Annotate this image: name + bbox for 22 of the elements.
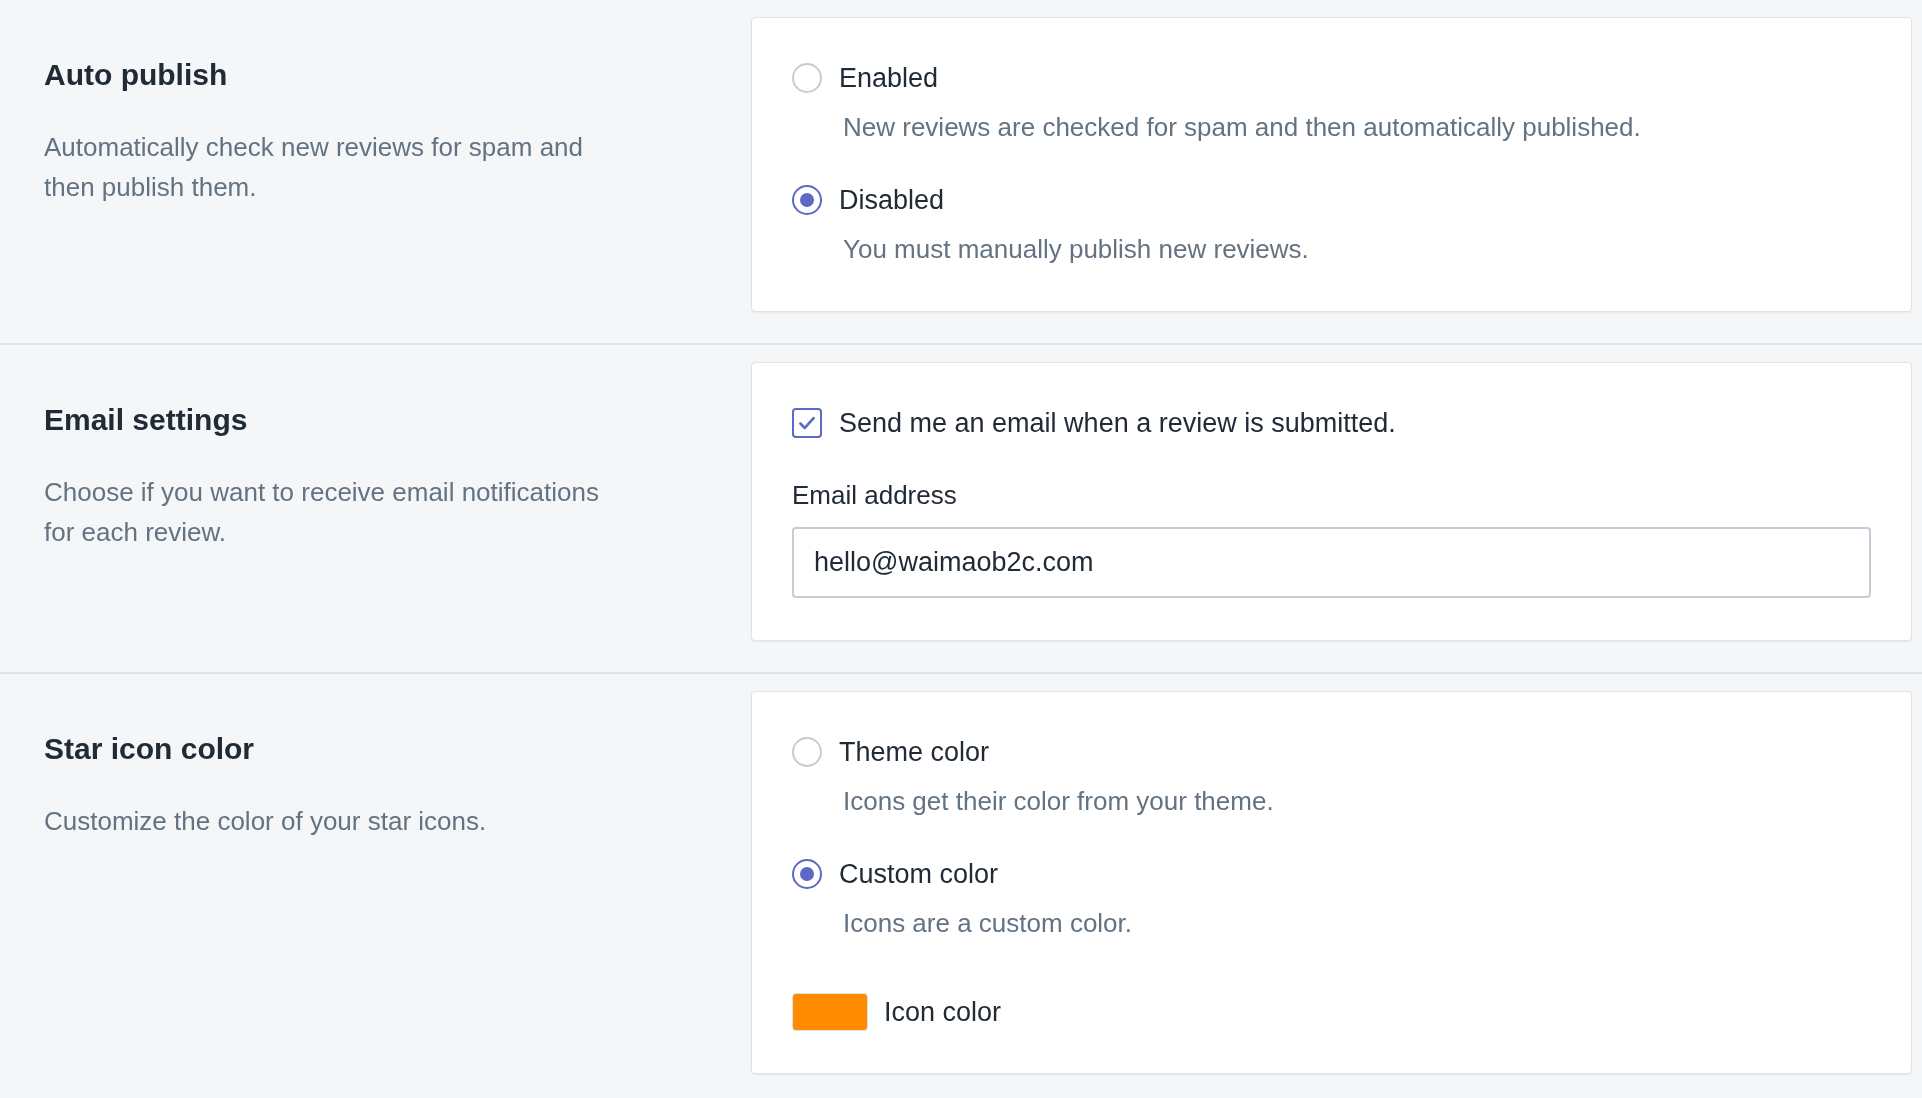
option-help-text: Icons are a custom color.: [843, 907, 1134, 940]
field-label: Email address: [792, 479, 958, 512]
checkbox[interactable]: [792, 408, 822, 438]
radio-label[interactable]: Enabled: [839, 62, 939, 94]
color-label: Icon color: [884, 996, 1002, 1028]
radio-button[interactable]: [792, 185, 822, 215]
email-input-field[interactable]: hello@waimaob2c.com: [792, 527, 1871, 598]
radio-label[interactable]: Custom color: [839, 858, 999, 890]
radio-button[interactable]: [792, 859, 822, 889]
option-help-text: You must manually publish new reviews.: [843, 233, 1310, 266]
section-heading: Email settings: [44, 402, 249, 438]
color-swatch[interactable]: [792, 993, 868, 1031]
radio-label[interactable]: Theme color: [839, 736, 990, 768]
section-heading: Auto publish: [44, 57, 229, 93]
checkbox-label[interactable]: Send me an email when a review is submitted.: [839, 407, 1396, 439]
section-description: Automatically check new reviews for spam and then publish them.: [44, 131, 584, 204]
radio-label[interactable]: Disabled: [839, 184, 945, 216]
option-help-text: Icons get their color from your theme.: [843, 785, 1275, 818]
section-description: Customize the color of your star icons.: [44, 805, 488, 838]
section-heading: Star icon color: [44, 731, 256, 767]
section-description: Choose if you want to receive email notifications for each review.: [44, 476, 600, 549]
option-help-text: New reviews are checked for spam and then automatically published.: [843, 111, 1642, 144]
